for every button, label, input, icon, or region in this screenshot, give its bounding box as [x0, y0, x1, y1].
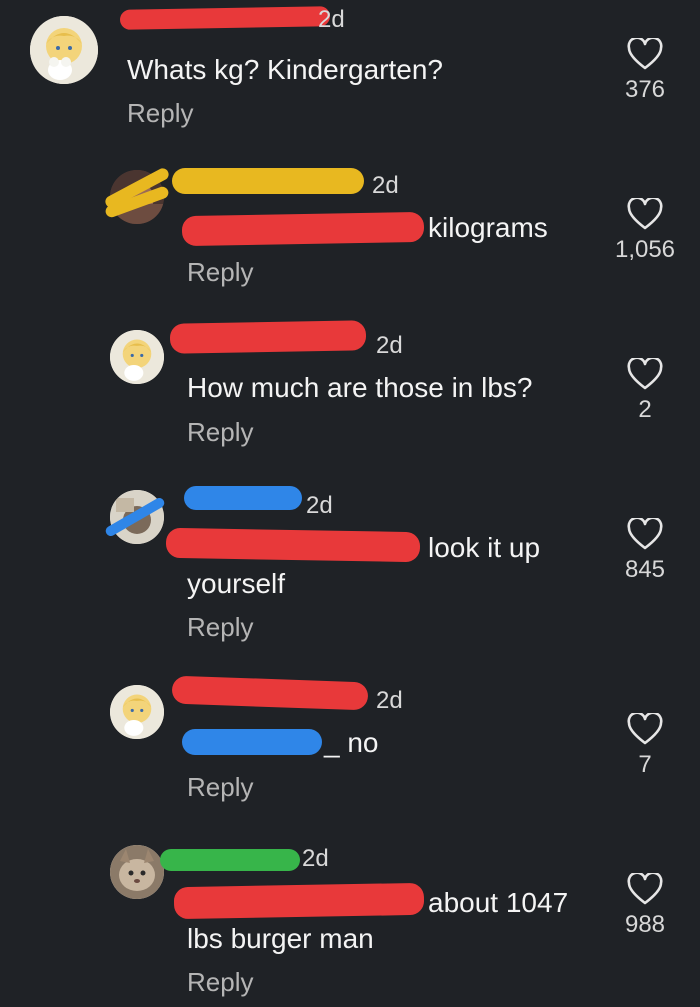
redaction-mark	[181, 211, 425, 247]
avatar[interactable]	[110, 845, 164, 899]
reply-button[interactable]: Reply	[187, 772, 253, 803]
like-count: 1,056	[614, 236, 676, 263]
comment-item: 2d kilograms Reply 1,056	[0, 160, 700, 300]
redaction-mark	[184, 486, 302, 510]
reply-button[interactable]: Reply	[187, 967, 253, 998]
comment-text-line-2: yourself	[187, 568, 286, 599]
comment-time: 2d	[372, 172, 399, 199]
comment-text: Whats kg? Kindergarten?	[127, 54, 443, 85]
reply-button[interactable]: Reply	[187, 612, 253, 643]
anime-avatar-icon	[110, 330, 164, 384]
comment-text-line-1: about 1047	[428, 887, 569, 918]
comment-text: kilograms	[428, 212, 548, 243]
comment-item: 2d about 1047 lbs burger man Reply 988	[0, 835, 700, 1007]
redaction-mark	[160, 849, 300, 871]
like-count: 988	[624, 911, 666, 938]
like-button[interactable]: 1,056	[605, 198, 685, 264]
redaction-mark	[171, 675, 369, 711]
redaction-mark	[169, 320, 367, 354]
heart-outline-icon	[627, 38, 663, 70]
comment-time: 2d	[306, 492, 333, 519]
comment-time: 2d	[376, 332, 403, 359]
like-count: 7	[638, 751, 652, 778]
comment-text: How much are those in lbs?	[187, 372, 533, 403]
redaction-mark	[172, 168, 364, 194]
comment-time: 2d	[376, 687, 403, 714]
redaction-mark	[119, 6, 331, 30]
comment-time: 2d	[302, 845, 329, 872]
like-count: 845	[624, 556, 666, 583]
reply-button[interactable]: Reply	[127, 98, 193, 129]
avatar[interactable]	[30, 16, 98, 84]
comment-item: 2d Whats kg? Kindergarten? Reply 376	[0, 0, 700, 140]
comment-text-line-2: lbs burger man	[187, 923, 374, 954]
like-button[interactable]: 845	[605, 518, 685, 584]
redaction-mark	[165, 527, 421, 563]
comment-text-line-1: look it up	[428, 532, 541, 563]
reply-button[interactable]: Reply	[187, 417, 253, 448]
anime-avatar-icon	[30, 16, 98, 84]
like-button[interactable]: 7	[605, 713, 685, 779]
like-button[interactable]: 376	[605, 38, 685, 104]
reply-button[interactable]: Reply	[187, 257, 253, 288]
comment-item: 2d look it up yourself Reply 845	[0, 480, 700, 660]
comment-time: 2d	[318, 6, 345, 33]
like-count: 2	[638, 396, 652, 423]
avatar[interactable]	[110, 330, 164, 384]
heart-outline-icon	[627, 198, 663, 230]
redaction-mark	[173, 882, 425, 920]
avatar[interactable]	[110, 685, 164, 739]
like-button[interactable]: 988	[605, 873, 685, 939]
anime-avatar-icon	[110, 685, 164, 739]
like-count: 376	[624, 76, 666, 103]
heart-outline-icon	[627, 518, 663, 550]
heart-outline-icon	[627, 873, 663, 905]
redaction-mark	[182, 729, 322, 755]
like-button[interactable]: 2	[605, 358, 685, 424]
comment-item: 2d _ no Reply 7	[0, 675, 700, 815]
heart-outline-icon	[627, 713, 663, 745]
comment-item: 2d How much are those in lbs? Reply 2	[0, 320, 700, 460]
cat-avatar-icon	[110, 845, 164, 899]
heart-outline-icon	[627, 358, 663, 390]
comment-text: _ no	[324, 727, 379, 758]
